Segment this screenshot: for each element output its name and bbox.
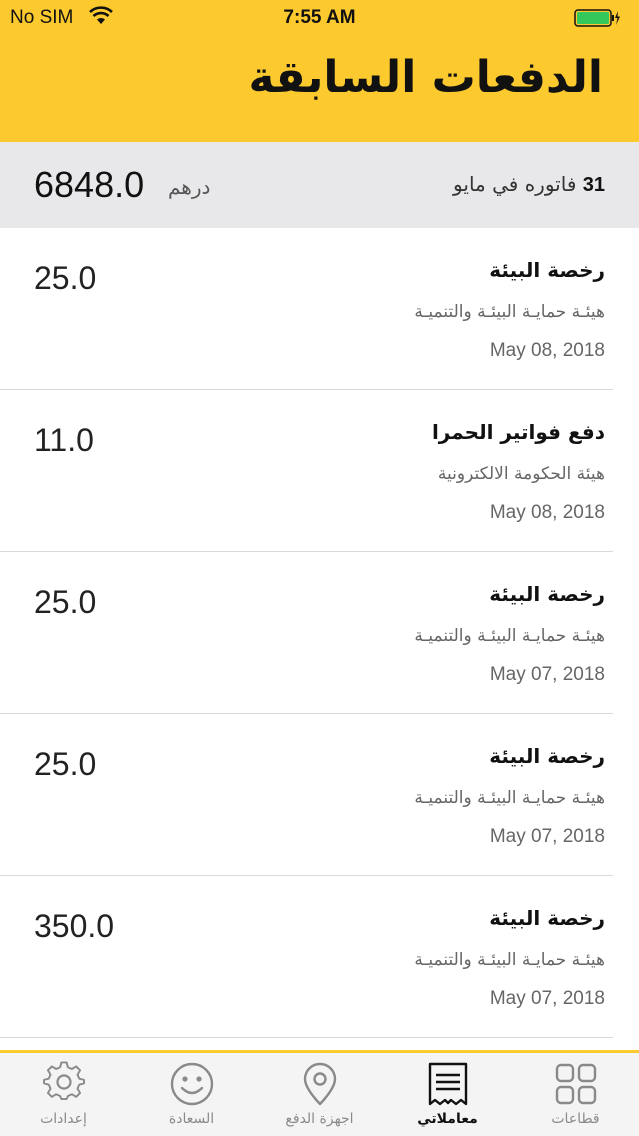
payment-date: May 07, 2018: [489, 664, 605, 685]
header-bar: No SIM 7:55 AM الدفعات السابقة: [0, 0, 639, 142]
payment-amount: 25.0: [34, 260, 97, 296]
payment-row[interactable]: رخصة البيئة هيئـة حمايـة البيئـة والتنمي…: [0, 552, 639, 714]
location-pin-icon: [303, 1062, 337, 1106]
payment-title: دفع فواتير الحمرا: [431, 420, 605, 444]
grid-icon: [555, 1063, 597, 1105]
payment-authority: هيئـة حمايـة البيئـة والتنميـة: [414, 950, 605, 970]
invoice-count-summary: 31 فاتوره في مايو: [453, 172, 605, 197]
payment-amount: 25.0: [34, 584, 97, 620]
tab-happiness[interactable]: السعادة: [128, 1053, 255, 1136]
payment-amount: 350.0: [34, 908, 115, 944]
payment-date: May 07, 2018: [489, 988, 605, 1009]
status-bar: No SIM 7:55 AM: [0, 0, 639, 36]
invoice-count: 31: [582, 174, 605, 196]
payments-list[interactable]: رخصة البيئة هيئـة حمايـة البيئـة والتنمي…: [0, 228, 639, 1050]
payment-date: May 08, 2018: [489, 502, 605, 523]
battery-icon: [574, 9, 620, 27]
tab-label: قطاعات: [551, 1111, 600, 1127]
tab-label: اجهزة الدفع: [285, 1111, 354, 1127]
tab-settings[interactable]: إعدادات: [0, 1053, 127, 1136]
payment-row[interactable]: دفع فواتير الحمرا هيئة الحكومة الالكترون…: [0, 390, 639, 552]
tab-label: إعدادات: [40, 1111, 87, 1127]
payment-title: رخصة البيئة: [489, 744, 605, 768]
month-summary: 31 فاتوره في مايو 6848.0 درهم: [0, 142, 639, 228]
page-title: الدفعات السابقة: [248, 52, 604, 103]
total-amount: 6848.0: [34, 164, 145, 205]
currency-label: درهم: [168, 175, 211, 199]
gear-icon: [43, 1061, 85, 1100]
payment-amount: 11.0: [34, 422, 94, 458]
payment-title: رخصة البيئة: [489, 582, 605, 606]
payment-row[interactable]: رخصة البيئة هيئـة حمايـة البيئـة والتنمي…: [0, 228, 639, 390]
payment-date: May 08, 2018: [489, 340, 605, 361]
payment-date: May 07, 2018: [489, 826, 605, 847]
tab-label: معاملاتي: [417, 1111, 478, 1127]
payment-title: رخصة البيئة: [489, 906, 605, 930]
smiley-icon: [170, 1062, 214, 1106]
tab-bar: إعدادات السعادة اجهزة الدفع معاملاتي قطا…: [0, 1050, 639, 1136]
payment-authority: هيئة الحكومة الالكترونية: [437, 464, 605, 484]
payment-row[interactable]: رخصة البيئة هيئـة حمايـة البيئـة والتنمي…: [0, 714, 639, 876]
tab-payment-machines[interactable]: اجهزة الدفع: [256, 1053, 383, 1136]
payment-row[interactable]: رخصة البيئة هيئـة حمايـة البيئـة والتنمي…: [0, 876, 639, 1038]
clock-label: 7:55 AM: [283, 7, 356, 28]
payment-authority: هيئـة حمايـة البيئـة والتنميـة: [414, 626, 605, 646]
receipt-icon: [428, 1062, 468, 1106]
tab-label: السعادة: [168, 1111, 215, 1127]
invoice-count-text: فاتوره في مايو: [453, 172, 577, 196]
row-divider: [0, 1037, 613, 1038]
payment-amount: 25.0: [34, 746, 97, 782]
payment-authority: هيئـة حمايـة البيئـة والتنميـة: [414, 302, 605, 322]
tab-sectors[interactable]: قطاعات: [512, 1053, 639, 1136]
tab-my-transactions[interactable]: معاملاتي: [384, 1053, 511, 1136]
payment-authority: هيئـة حمايـة البيئـة والتنميـة: [414, 788, 605, 808]
payment-title: رخصة البيئة: [489, 258, 605, 282]
